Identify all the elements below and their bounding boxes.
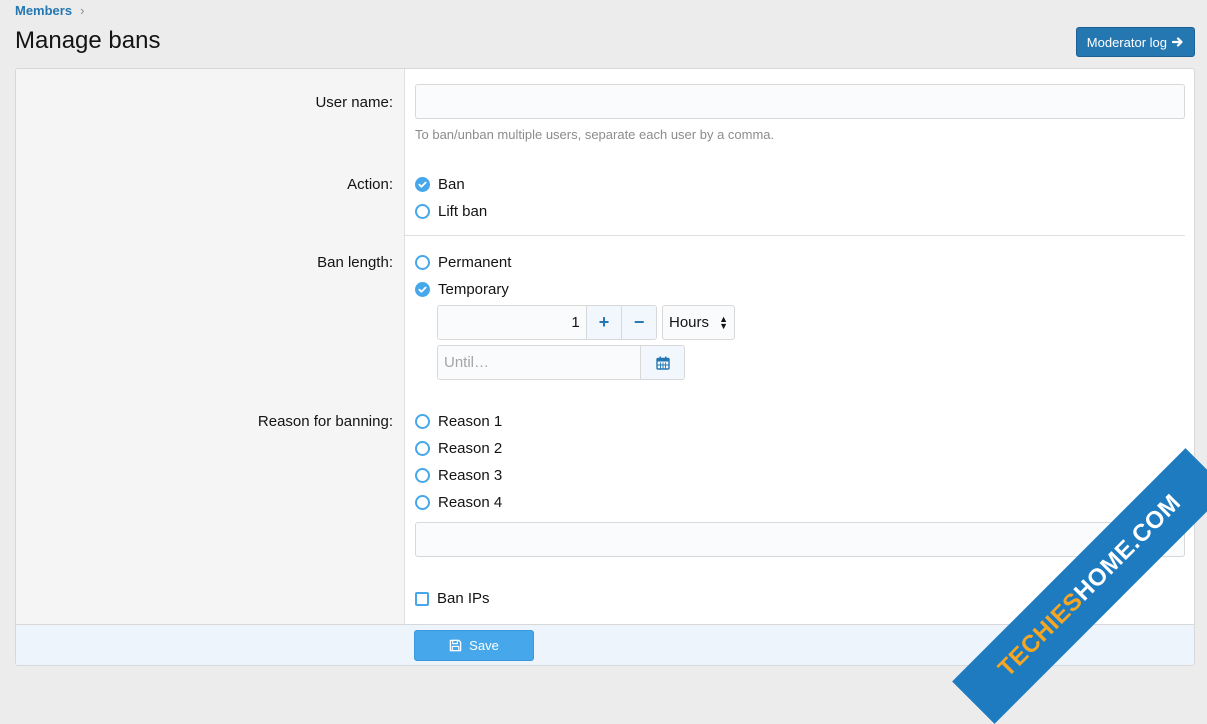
- radio-icon[interactable]: [415, 255, 430, 270]
- until-date-group: Until…: [437, 345, 685, 380]
- moderator-log-button[interactable]: Moderator log: [1075, 27, 1195, 57]
- radio-icon[interactable]: [415, 468, 430, 483]
- page-title: Manage bans: [15, 27, 161, 54]
- reason-option-label: Reason 3: [438, 467, 503, 484]
- radio-icon[interactable]: [415, 204, 430, 219]
- reason-option-2[interactable]: Reason 2: [415, 440, 502, 457]
- username-hint: To ban/unban multiple users, separate ea…: [415, 127, 775, 142]
- breadcrumb: Members ›: [15, 3, 84, 18]
- action-label: Action:: [347, 176, 393, 193]
- action-option-ban[interactable]: Ban: [415, 176, 465, 193]
- decrement-button[interactable]: −: [621, 306, 656, 339]
- action-option-label: Lift ban: [438, 203, 488, 220]
- action-option-label: Ban: [438, 176, 465, 193]
- section-divider: [405, 235, 1185, 236]
- reason-label: Reason for banning:: [257, 413, 393, 430]
- save-button[interactable]: Save: [414, 630, 534, 661]
- minus-icon: −: [633, 312, 645, 332]
- radio-icon[interactable]: [415, 414, 430, 429]
- checkbox-icon[interactable]: [415, 591, 429, 606]
- reason-option-4[interactable]: Reason 4: [415, 494, 502, 511]
- ban-length-amount-input[interactable]: 1: [438, 306, 587, 339]
- calendar-button[interactable]: [641, 346, 684, 379]
- calendar-icon: [655, 356, 670, 370]
- unit-select-value: Hours: [669, 314, 710, 331]
- custom-reason-input[interactable]: [415, 522, 1185, 557]
- radio-checked-icon[interactable]: [415, 282, 430, 297]
- ban-length-option-label: Permanent: [438, 254, 512, 271]
- ban-length-option-permanent[interactable]: Permanent: [415, 254, 511, 271]
- select-arrows-icon: ▲ ▼: [719, 313, 728, 331]
- username-label: User name:: [315, 94, 393, 111]
- username-input[interactable]: [415, 84, 1185, 119]
- until-date-input[interactable]: Until…: [438, 346, 641, 379]
- radio-icon[interactable]: [415, 495, 430, 510]
- breadcrumb-link-members[interactable]: Members: [15, 3, 72, 18]
- label-column: [16, 69, 405, 624]
- save-label: Save: [469, 638, 499, 653]
- radio-checked-icon[interactable]: [415, 177, 430, 192]
- radio-icon[interactable]: [415, 441, 430, 456]
- reason-option-1[interactable]: Reason 1: [415, 413, 502, 430]
- reason-option-3[interactable]: Reason 3: [415, 467, 502, 484]
- ban-length-option-label: Temporary: [438, 281, 509, 298]
- ban-form: User name: To ban/unban multiple users, …: [15, 68, 1195, 666]
- ban-length-stepper: 1 + −: [437, 305, 657, 340]
- ban-ips-option[interactable]: Ban IPs: [415, 590, 490, 607]
- moderator-log-label: Moderator log: [1086, 34, 1167, 50]
- save-icon: [449, 639, 462, 652]
- increment-button[interactable]: +: [586, 306, 622, 339]
- ban-length-label: Ban length:: [317, 254, 393, 271]
- arrow-right-icon: [1172, 37, 1183, 47]
- plus-icon: +: [598, 312, 610, 332]
- ban-ips-label: Ban IPs: [437, 590, 490, 607]
- action-option-lift-ban[interactable]: Lift ban: [415, 203, 487, 220]
- reason-option-label: Reason 2: [438, 440, 503, 457]
- ban-length-option-temporary[interactable]: Temporary: [415, 281, 509, 298]
- reason-option-label: Reason 4: [438, 494, 503, 511]
- reason-option-label: Reason 1: [438, 413, 503, 430]
- breadcrumb-separator: ›: [80, 3, 85, 18]
- ban-length-unit-select[interactable]: Hours ▲ ▼: [662, 305, 735, 340]
